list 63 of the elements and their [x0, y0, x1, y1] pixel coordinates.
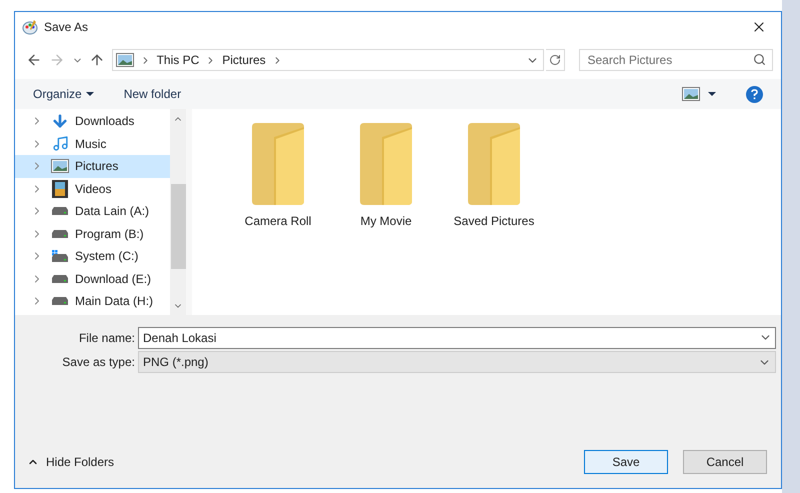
folder-icon: [360, 123, 412, 205]
organize-button[interactable]: Organize: [33, 85, 94, 103]
nav-label: Download (E:): [75, 270, 152, 288]
drive-icon: [52, 230, 68, 238]
nav-label: Main Data (H:): [75, 293, 154, 310]
refresh-icon: [549, 54, 562, 66]
nav-item[interactable]: Program (B:): [15, 222, 170, 245]
refresh-button[interactable]: [546, 49, 566, 71]
file-type-dropdown[interactable]: PNG (*.png): [138, 351, 776, 373]
nav-item[interactable]: Main Data (H:): [15, 290, 170, 312]
folder-item[interactable]: Saved Pictures: [442, 123, 546, 230]
breadcrumb[interactable]: Pictures: [222, 51, 266, 69]
nav-item[interactable]: Download (E:): [15, 268, 170, 290]
scrollbar-thumb[interactable]: [170, 184, 186, 269]
nav-label: Music: [75, 136, 106, 153]
folder-name: Saved Pictures: [454, 213, 534, 230]
drive-icon: [52, 274, 68, 283]
folder-item[interactable]: My Movie: [334, 123, 438, 230]
nav-label: Videos: [75, 180, 112, 198]
question-mark-icon: [751, 88, 758, 100]
address-bar[interactable]: This PC Pictures: [112, 49, 544, 71]
search-icon: [753, 53, 766, 66]
folder-icon: [468, 123, 520, 205]
view-options-button[interactable]: [682, 87, 716, 101]
nav-label: Data Lain (A:): [75, 203, 150, 220]
search-field[interactable]: Search Pictures: [579, 49, 773, 71]
palette-icon: [22, 18, 38, 34]
system-drive-icon: [52, 250, 68, 262]
music-note-icon: [52, 135, 68, 152]
new-folder-button[interactable]: New folder: [124, 85, 182, 103]
nav-item[interactable]: Data Lain (A:): [15, 200, 170, 222]
window-title: Save As: [44, 18, 88, 36]
dropdown-triangle-icon: [86, 92, 94, 96]
download-arrow-icon: [51, 112, 69, 130]
save-button[interactable]: Save: [584, 450, 668, 474]
nav-item[interactable]: Downloads: [15, 110, 170, 132]
folder-item[interactable]: Camera Roll: [226, 123, 330, 230]
nav-label: Pictures: [75, 158, 118, 176]
folder-icon: [252, 123, 304, 205]
nav-item[interactable]: Pictures: [15, 155, 170, 178]
picture-icon: [51, 159, 69, 174]
drive-icon: [52, 297, 68, 306]
folder-name: Camera Roll: [244, 213, 312, 230]
breadcrumb[interactable]: This PC: [156, 51, 200, 69]
hide-folders-button[interactable]: Hide Folders: [27, 453, 114, 471]
nav-item[interactable]: System (C:): [15, 245, 170, 268]
nav-item[interactable]: Music: [15, 132, 170, 155]
help-button[interactable]: [746, 86, 763, 102]
dropdown-triangle-icon: [708, 92, 716, 96]
picture-icon: [682, 87, 700, 101]
nav-label: Downloads: [75, 113, 134, 130]
nav-item[interactable]: Videos: [15, 178, 170, 200]
field-label: File name:: [78, 330, 136, 347]
file-name-field[interactable]: Denah Lokasi: [138, 327, 776, 349]
picture-icon: [116, 53, 134, 67]
nav-label: System (C:): [75, 248, 138, 266]
film-icon: [52, 180, 68, 198]
drive-icon: [52, 207, 68, 216]
cancel-button[interactable]: Cancel: [683, 450, 767, 474]
left-arrow-icon: [26, 52, 42, 68]
nav-label: Program (B:): [75, 226, 144, 243]
folder-name: My Movie: [360, 213, 412, 230]
field-label: Save as type:: [61, 354, 136, 371]
